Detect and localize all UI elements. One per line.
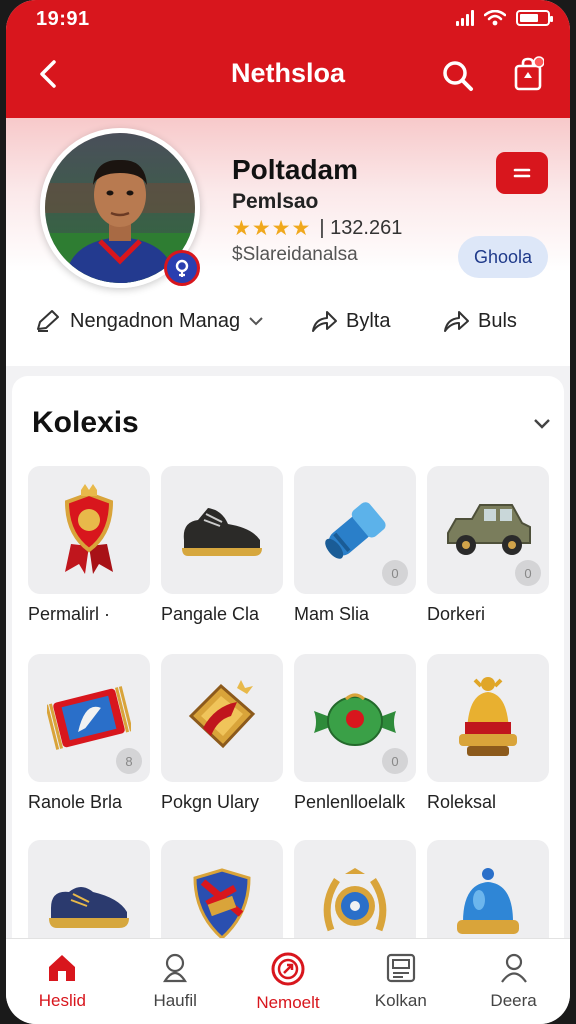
collection-item[interactable]: Permalirl · (28, 466, 150, 625)
collection-item[interactable]: 8 Ranole Brla (28, 654, 150, 813)
status-time: 19:91 (36, 8, 90, 30)
item-label: Dorkeri (427, 604, 486, 624)
profile-rating: ★★★★ | 132.261 (232, 216, 402, 241)
edit-action-label: Nengadnon Manag (70, 309, 241, 332)
item-badge: 0 (382, 748, 408, 774)
menu-lines-icon (513, 168, 531, 178)
collapse-button[interactable] (528, 410, 556, 438)
blue-pipe-icon (325, 502, 386, 559)
collection-title: Kolexis (32, 406, 139, 439)
target-icon (271, 952, 305, 986)
collection-item[interactable]: Roleksal (427, 654, 549, 813)
boot-icon (182, 508, 262, 556)
jeep-icon (447, 504, 531, 555)
rating-count: | 132.261 (319, 217, 403, 239)
item-tile: 0 (294, 466, 416, 594)
item-tile (28, 466, 150, 594)
profile-pin-icon (163, 953, 188, 983)
chevron-down-icon (249, 317, 263, 326)
edit-action[interactable]: Nengadnon Manag (34, 308, 264, 334)
card-icon (386, 953, 415, 983)
profile-name: Poltadam (232, 154, 359, 185)
pennant-icon (188, 680, 256, 749)
crest-icon (193, 868, 251, 941)
wifi-icon (484, 10, 506, 26)
share-action-label: Bylta (346, 309, 391, 332)
item-label: Pangale Cla (161, 604, 260, 624)
forward-action[interactable]: Buls (442, 308, 517, 334)
battery-icon (516, 10, 553, 26)
options-button[interactable] (496, 152, 548, 194)
blue-dome-icon (457, 868, 519, 934)
status-icons (456, 10, 553, 26)
laurel-emblem-icon (323, 868, 387, 932)
collection-item[interactable]: Pangale Cla (161, 466, 283, 625)
shopping-bag-icon (514, 56, 544, 91)
item-label: Mam Slia (294, 604, 370, 624)
collection-item[interactable]: 0 Mam Slia (294, 466, 416, 625)
home-icon (49, 955, 76, 981)
item-tile (427, 654, 549, 782)
item-label: Pokgn Ulary (161, 792, 260, 812)
nav-item-home[interactable]: Heslid (6, 939, 119, 1024)
search-icon (443, 61, 473, 91)
profile-meta: $Slareidanalsa (232, 244, 358, 265)
edit-icon (37, 310, 59, 332)
shopping-bag-button[interactable] (508, 54, 548, 94)
search-button[interactable] (438, 56, 478, 96)
item-label: Ranole Brla (28, 792, 123, 812)
user-icon (500, 953, 527, 983)
item-badge: 8 (116, 748, 142, 774)
item-label: Permalirl · (28, 604, 111, 624)
verified-badge-icon (164, 250, 200, 286)
chevron-down-icon (534, 419, 550, 429)
nav-item-target[interactable]: Nemoelt (232, 939, 345, 1024)
collection-section: Kolexis Permalirl · Pangale Cla 0 Mam Sl… (12, 376, 564, 996)
scarf-icon (47, 686, 131, 750)
app-screen: 19:91 Nethsloa Poltadam Pemlsao ★★★★ | 1… (6, 0, 570, 1024)
item-badge: 0 (382, 560, 408, 586)
bottom-navigation: Heslid Haufil Nemoelt Kolkan Deera (6, 938, 570, 1024)
nav-label-home: Heslid (38, 991, 87, 1010)
nav-item-collection[interactable]: Kolkan (344, 939, 457, 1024)
shoe-icon (49, 887, 129, 928)
item-badge: 0 (515, 560, 541, 586)
forward-action-label: Buls (478, 309, 517, 332)
share-action[interactable]: Bylta (310, 308, 390, 334)
follow-button[interactable]: Ghoola (458, 236, 548, 278)
rating-stars: ★★★★ (232, 217, 312, 240)
item-label: Roleksal (427, 792, 497, 812)
nav-label-target: Nemoelt (256, 993, 320, 1012)
shield-medal-icon (64, 484, 114, 574)
page-title: Nethsloa (230, 58, 346, 88)
share-icon (444, 311, 469, 332)
candy-icon (314, 693, 396, 746)
signal-icon (456, 10, 474, 26)
nav-item-profile[interactable]: Haufil (119, 939, 232, 1024)
item-label: Penlenlloelalk (294, 792, 406, 812)
item-tile: 0 (294, 654, 416, 782)
nav-label-profile: Haufil (153, 991, 197, 1010)
item-tile: 8 (28, 654, 150, 782)
collection-item[interactable]: Pokgn Ulary (161, 654, 283, 813)
bell-icon (459, 677, 517, 756)
item-tile (161, 466, 283, 594)
item-tile (161, 654, 283, 782)
profile-subtitle: Pemlsao (232, 190, 319, 213)
collection-item[interactable]: 0 Penlenlloelalk (294, 654, 416, 813)
collection-item[interactable]: 0 Dorkeri (427, 466, 549, 625)
item-tile: 0 (427, 466, 549, 594)
nav-label-user: Deera (490, 991, 537, 1010)
top-bar: 19:91 Nethsloa (6, 0, 570, 118)
share-icon (312, 311, 337, 332)
profile-section: Poltadam Pemlsao ★★★★ | 132.261 $Slareid… (6, 118, 570, 366)
nav-label-collection: Kolkan (374, 991, 427, 1010)
nav-item-user[interactable]: Deera (457, 939, 570, 1024)
